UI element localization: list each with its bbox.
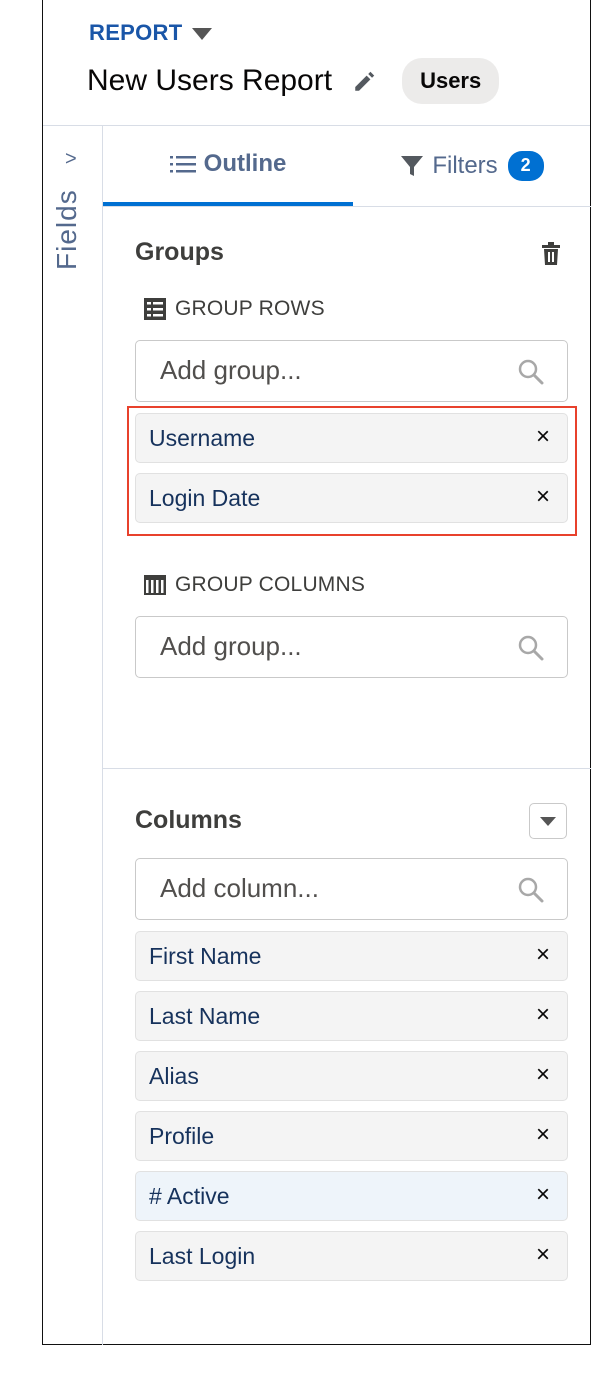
group-row-item[interactable]: Username × bbox=[135, 413, 568, 463]
groups-heading: Groups bbox=[135, 238, 224, 266]
column-item[interactable]: First Name × bbox=[135, 931, 568, 981]
column-label: # Active bbox=[149, 1183, 230, 1209]
column-label: Alias bbox=[149, 1063, 199, 1089]
column-label: Profile bbox=[149, 1123, 215, 1149]
add-group-rows-input[interactable]: Add group... bbox=[135, 340, 568, 402]
close-icon[interactable]: × bbox=[531, 1181, 555, 1209]
group-rows-icon bbox=[144, 298, 166, 320]
trash-icon[interactable] bbox=[540, 242, 562, 266]
group-columns-icon bbox=[144, 575, 166, 595]
group-row-label: Username bbox=[149, 425, 256, 451]
add-column-placeholder: Add column... bbox=[160, 873, 319, 903]
group-row-item[interactable]: Login Date × bbox=[135, 473, 568, 523]
column-label: Last Login bbox=[149, 1243, 256, 1269]
report-header: REPORT New Users Report Users bbox=[43, 0, 590, 126]
list-icon bbox=[169, 156, 196, 173]
caret-down-icon bbox=[192, 28, 213, 40]
close-icon[interactable]: × bbox=[531, 941, 555, 969]
close-icon[interactable]: × bbox=[531, 1241, 555, 1269]
group-rows-label: GROUP ROWS bbox=[143, 297, 325, 321]
tab-filters[interactable]: Filters 2 bbox=[353, 126, 591, 205]
fields-panel-toggle[interactable] bbox=[43, 126, 103, 1345]
filter-icon bbox=[401, 155, 424, 176]
close-icon[interactable]: × bbox=[531, 423, 555, 451]
object-badge: Users bbox=[402, 58, 500, 104]
group-columns-text: GROUP COLUMNS bbox=[175, 573, 366, 596]
group-rows-text: GROUP ROWS bbox=[175, 297, 325, 320]
search-icon bbox=[518, 877, 544, 903]
tab-outline[interactable]: Outline bbox=[103, 126, 353, 206]
column-item[interactable]: # Active × bbox=[135, 1171, 568, 1221]
fields-label[interactable]: Fields bbox=[51, 180, 91, 270]
filter-count-badge: 2 bbox=[507, 150, 544, 181]
column-label: First Name bbox=[149, 943, 262, 969]
pencil-icon[interactable] bbox=[352, 68, 378, 94]
group-row-label: Login Date bbox=[149, 485, 261, 511]
section-divider bbox=[103, 768, 591, 769]
report-title: New Users Report bbox=[87, 64, 333, 97]
columns-menu-button[interactable] bbox=[529, 803, 567, 839]
report-type-menu[interactable]: REPORT bbox=[89, 20, 213, 46]
close-icon[interactable]: × bbox=[531, 483, 555, 511]
search-icon bbox=[518, 359, 544, 385]
report-builder-panel: REPORT New Users Report Users > Fields O… bbox=[42, 0, 591, 1345]
column-item[interactable]: Profile × bbox=[135, 1111, 568, 1161]
close-icon[interactable]: × bbox=[531, 1121, 555, 1149]
chevron-down-icon bbox=[540, 816, 556, 826]
column-item[interactable]: Last Name × bbox=[135, 991, 568, 1041]
group-columns-label: GROUP COLUMNS bbox=[143, 573, 365, 597]
close-icon[interactable]: × bbox=[531, 1001, 555, 1029]
tab-filters-label: Filters bbox=[432, 151, 498, 179]
add-group-columns-input[interactable]: Add group... bbox=[135, 616, 568, 678]
add-group-columns-placeholder: Add group... bbox=[160, 631, 302, 661]
columns-heading: Columns bbox=[135, 806, 242, 834]
tab-bar: Outline Filters 2 bbox=[103, 126, 591, 207]
column-item[interactable]: Alias × bbox=[135, 1051, 568, 1101]
column-label: Last Name bbox=[149, 1003, 261, 1029]
add-group-rows-placeholder: Add group... bbox=[160, 355, 302, 385]
add-column-input[interactable]: Add column... bbox=[135, 858, 568, 920]
report-label: REPORT bbox=[89, 20, 183, 45]
close-icon[interactable]: × bbox=[531, 1061, 555, 1089]
search-icon bbox=[518, 635, 544, 661]
tab-outline-label: Outline bbox=[203, 150, 287, 177]
column-item[interactable]: Last Login × bbox=[135, 1231, 568, 1281]
title-row: New Users Report Users bbox=[87, 58, 500, 104]
chevron-right-icon[interactable]: > bbox=[65, 148, 77, 171]
